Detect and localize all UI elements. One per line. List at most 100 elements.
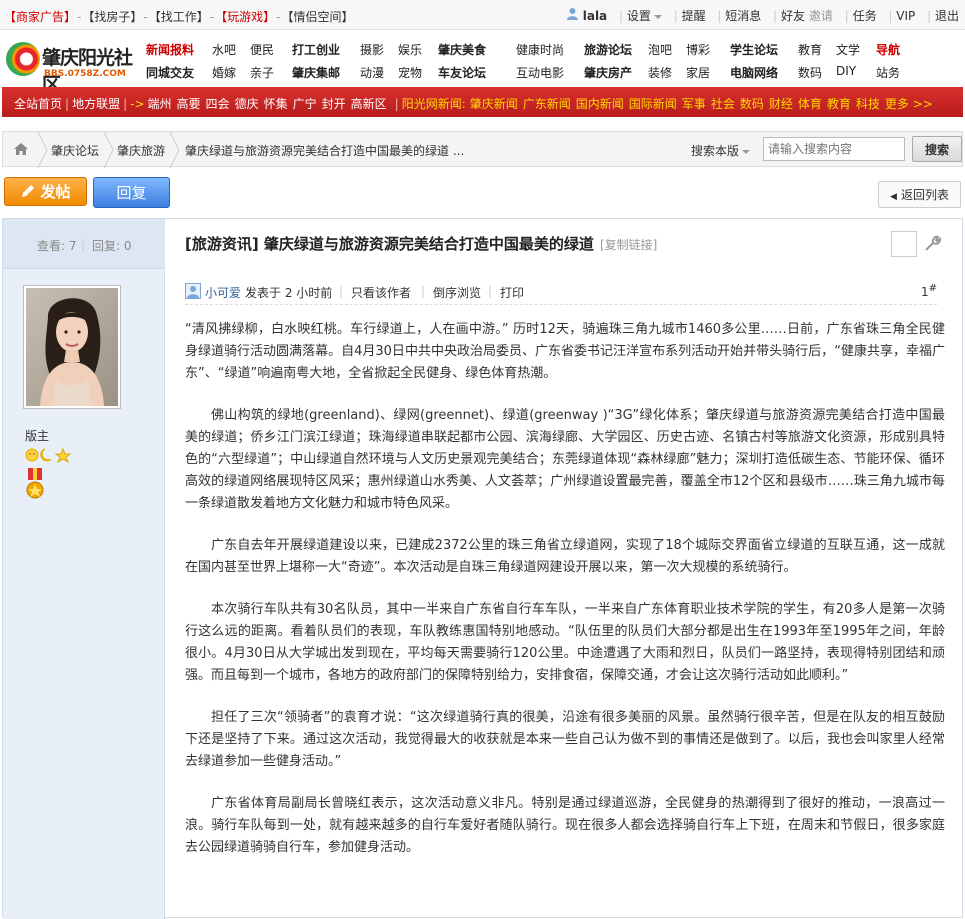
nav-item[interactable]: 摄影 (360, 41, 384, 58)
author-badges (25, 447, 75, 505)
breadcrumb-forum[interactable]: 肇庆论坛 (51, 142, 99, 159)
back-to-list-label: 返回列表 (900, 188, 949, 202)
nav-item[interactable]: 宠物 (398, 64, 422, 81)
nav-item[interactable]: 便民 (250, 41, 274, 58)
city-link[interactable]: 封开 (322, 97, 346, 111)
news-link[interactable]: 肇庆新闻 (470, 97, 518, 111)
home-icon[interactable] (13, 142, 29, 156)
nav-item[interactable]: 健康 (516, 41, 540, 58)
top-link-ads[interactable]: 【商家广告】 (4, 10, 76, 24)
search-button[interactable]: 搜索 (912, 136, 962, 162)
only-author-link[interactable]: 只看该作者 (351, 284, 411, 301)
city-link[interactable]: 高要 (177, 97, 201, 111)
checkbox-icon[interactable] (891, 231, 917, 257)
news-link[interactable]: 数码 (740, 97, 764, 111)
nav-item[interactable]: 导航 (876, 41, 900, 58)
news-link[interactable]: 更多 >> (885, 97, 933, 111)
post-body: “清风拂绿柳，白水映红桃。车行绿道上，人在画中游。” 历时12天，骑遍珠三角九城… (185, 319, 945, 879)
city-link[interactable]: 德庆 (235, 97, 259, 111)
nav-item[interactable]: 数码 (798, 64, 822, 81)
top-bar: 【商家广告】-【找房子】-【找工作】-【玩游戏】-【情侣空间】 lala | 设… (0, 0, 965, 30)
invite-link[interactable]: 邀请 (809, 9, 833, 23)
logout-link[interactable]: 退出 (935, 9, 959, 23)
remind-link[interactable]: 提醒 (682, 9, 706, 23)
nav-item[interactable]: DIY (836, 64, 856, 78)
nav-item[interactable]: 家居 (686, 64, 710, 81)
nav-item[interactable]: 动漫 (360, 64, 384, 81)
nav-item[interactable]: 同城交友 (146, 64, 194, 81)
nav-item[interactable]: 互动 (516, 64, 540, 81)
nav-item[interactable]: 博彩 (686, 41, 710, 58)
news-link[interactable]: 教育 (827, 97, 851, 111)
nav-item[interactable]: 肇庆房产 (584, 64, 632, 81)
nav-item[interactable]: 文学 (836, 41, 860, 58)
tasks-link[interactable]: 任务 (853, 9, 877, 23)
top-link-house[interactable]: 【找房子】 (82, 10, 142, 24)
nav-item[interactable]: 站务 (876, 64, 900, 81)
vip-link[interactable]: VIP (896, 9, 915, 23)
breadcrumb: 肇庆论坛 肇庆旅游 肇庆绿道与旅游资源完美结合打造中国最美的绿道 ... 搜索本… (2, 131, 963, 168)
settings-menu[interactable]: 设置 (627, 9, 662, 23)
nav-item[interactable]: 旅游论坛 (584, 41, 632, 58)
nav-item[interactable]: 肇庆美食 (438, 41, 486, 58)
news-link[interactable]: 财经 (769, 97, 793, 111)
search-input[interactable] (763, 137, 905, 161)
messages-link[interactable]: 短消息 (725, 9, 761, 23)
news-link[interactable]: 体育 (798, 97, 822, 111)
logo-emblem-icon (6, 42, 40, 76)
new-post-button[interactable]: 发帖 (4, 177, 87, 206)
nav-item[interactable]: 泡吧 (648, 41, 672, 58)
wrench-icon[interactable] (923, 235, 941, 253)
site-logo[interactable]: 肇庆阳光社区 BBS.0758Z.COM (6, 39, 136, 96)
redbar-link[interactable]: 地方联盟 (72, 97, 120, 111)
chevron-down-icon (742, 149, 751, 154)
news-link[interactable]: 科技 (856, 97, 880, 111)
city-link[interactable]: 高新区 (351, 97, 387, 111)
nav-item[interactable]: 教育 (798, 41, 822, 58)
nav-item[interactable]: 亲子 (250, 64, 274, 81)
news-link[interactable]: 军事 (682, 97, 706, 111)
back-to-list-button[interactable]: ◀ 返回列表 (878, 181, 961, 208)
breadcrumb-current: 肇庆绿道与旅游资源完美结合打造中国最美的绿道 ... (185, 144, 465, 158)
floor-sup: # (928, 283, 937, 294)
copy-link[interactable]: [复制链接] (600, 238, 657, 252)
avatar[interactable] (23, 285, 121, 409)
reverse-order-link[interactable]: 倒序浏览 (433, 284, 481, 301)
search-scope-select[interactable]: 搜索本版 (691, 142, 751, 159)
post-paragraph: “清风拂绿柳，白水映红桃。车行绿道上，人在画中游。” 历时12天，骑遍珠三角九城… (185, 322, 945, 381)
post-paragraph: 担任了三次“领骑者”的袁育才说：“这次绿道骑行真的很美，沿途有很多美丽的风景。虽… (185, 710, 945, 769)
nav-item[interactable]: 电脑网络 (730, 64, 778, 81)
nav-item[interactable]: 水吧 (212, 41, 236, 58)
nav-item[interactable]: 电影 (540, 64, 564, 81)
nav-item[interactable]: 车友论坛 (438, 64, 486, 81)
news-link[interactable]: 国际新闻 (629, 97, 677, 111)
post-paragraph: 本次骑行车队共有30名队员，其中一半来自广东省自行车车队，一半来自广东体育职业技… (185, 602, 945, 683)
city-link[interactable]: 端州 (148, 97, 172, 111)
reply-button[interactable]: 回复 (93, 177, 170, 208)
city-link[interactable]: 怀集 (264, 97, 288, 111)
news-link[interactable]: 广东新闻 (523, 97, 571, 111)
nav-item[interactable]: 娱乐 (398, 41, 422, 58)
top-link-couples[interactable]: 【情侣空间】 (281, 10, 353, 24)
nav-item[interactable]: 时尚 (540, 41, 564, 58)
nav-item[interactable]: 婚嫁 (212, 64, 236, 81)
top-link-games[interactable]: 【玩游戏】 (215, 10, 275, 24)
city-link[interactable]: 四会 (206, 97, 230, 111)
nav-item[interactable]: 肇庆集邮 (292, 64, 340, 81)
news-link[interactable]: 国内新闻 (576, 97, 624, 111)
city-link[interactable]: 广宁 (293, 97, 317, 111)
post-title-row: [旅游资讯] 肇庆绿道与旅游资源完美结合打造中国最美的绿道 [复制链接] (185, 233, 657, 254)
top-link-jobs[interactable]: 【找工作】 (149, 10, 209, 24)
print-link[interactable]: 打印 (500, 284, 524, 301)
username-link[interactable]: lala (583, 9, 607, 23)
nav-item[interactable]: 学生论坛 (730, 41, 778, 58)
post-author-link[interactable]: 小可爱 (205, 284, 241, 301)
nav-item[interactable]: 装修 (648, 64, 672, 81)
nav-item[interactable]: 新闻报料 (146, 41, 194, 58)
news-link[interactable]: 社会 (711, 97, 735, 111)
nav-item[interactable]: 打工创业 (292, 41, 340, 58)
redbar-link[interactable]: 全站首页 (14, 97, 62, 111)
logo-url: BBS.0758Z.COM (44, 69, 126, 79)
friends-link[interactable]: 好友 (781, 9, 805, 23)
breadcrumb-board[interactable]: 肇庆旅游 (117, 142, 165, 159)
